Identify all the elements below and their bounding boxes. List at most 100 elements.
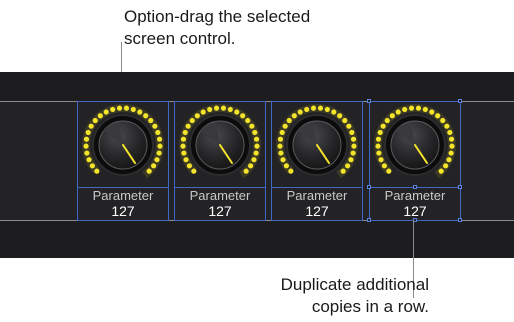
led-dot — [94, 168, 100, 174]
led-dot — [279, 129, 285, 136]
resize-handle-bottom-left[interactable] — [367, 218, 371, 222]
resize-handle-top-right[interactable] — [458, 99, 462, 103]
led-dot — [185, 123, 191, 129]
led-dot — [278, 150, 284, 156]
led-dot — [252, 129, 258, 136]
resize-handle-mid-left[interactable] — [367, 185, 371, 189]
led-dot — [146, 168, 152, 174]
callout-option-drag: Option-drag the selected screen control. — [124, 6, 310, 50]
led-dot — [227, 106, 233, 113]
resize-handle-mid-center[interactable] — [413, 185, 417, 189]
parameter-value: 127 — [305, 203, 329, 219]
resize-handle-bottom-right[interactable] — [458, 218, 462, 222]
led-dot — [154, 157, 160, 163]
led-dot — [324, 106, 330, 113]
led-dot — [346, 123, 352, 129]
led-dot — [92, 117, 98, 124]
led-dot — [85, 129, 91, 136]
screen-control-2[interactable]: Parameter 127 — [174, 101, 266, 221]
led-dot — [186, 163, 192, 169]
led-dot — [84, 150, 90, 156]
led-dot — [291, 113, 297, 119]
led-dot — [447, 129, 453, 136]
led-dot — [386, 168, 392, 174]
led-dot — [402, 106, 408, 113]
led-dot — [446, 157, 452, 163]
led-dot — [151, 163, 157, 169]
led-dot — [310, 105, 317, 111]
screen-control-3[interactable]: Parameter 127 — [271, 101, 363, 221]
led-dot — [342, 117, 348, 124]
led-dot — [254, 143, 260, 149]
led-dot — [83, 136, 90, 142]
led-dot — [155, 129, 161, 136]
led-dot — [443, 163, 449, 169]
led-dot — [103, 109, 109, 115]
led-dot — [86, 157, 92, 163]
resize-handle-mid-right[interactable] — [458, 185, 462, 189]
led-dot — [88, 123, 94, 129]
led-dot — [277, 143, 283, 149]
led-dot — [375, 136, 382, 142]
led-dot — [282, 123, 288, 129]
led-dot — [156, 136, 163, 142]
led-dot — [415, 105, 422, 111]
led-dot — [207, 106, 213, 113]
led-dot — [378, 157, 384, 163]
led-dot — [110, 106, 116, 113]
parameter-value: 127 — [111, 203, 135, 219]
led-dot — [123, 105, 130, 111]
led-dot — [280, 157, 286, 163]
led-dot — [183, 157, 189, 163]
screen-control-1[interactable]: Parameter 127 — [77, 101, 169, 221]
parameter-name: Parameter — [189, 188, 251, 203]
led-dot — [157, 143, 163, 149]
led-dot — [440, 117, 446, 124]
led-dot — [253, 136, 260, 142]
screen-control-4-selected[interactable]: Parameter 127 — [367, 99, 462, 222]
callout-bottom-line-1: Duplicate additional — [280, 275, 429, 294]
led-dot — [435, 113, 441, 119]
parameter-name: Parameter — [92, 188, 154, 203]
led-dot — [304, 106, 310, 113]
led-dot — [448, 136, 455, 142]
led-dot — [438, 168, 444, 174]
callout-top-line-1: Option-drag the selected — [124, 7, 311, 26]
led-dot — [253, 150, 259, 156]
led-dot — [130, 106, 136, 113]
led-dot — [351, 143, 357, 149]
led-dot — [200, 109, 206, 115]
led-dot — [248, 163, 254, 169]
led-dot — [143, 113, 149, 119]
rotary-knob-icon[interactable] — [373, 101, 457, 187]
led-dot — [249, 123, 255, 129]
led-dot — [180, 143, 186, 149]
led-dot — [286, 117, 292, 124]
rotary-knob-icon[interactable] — [275, 101, 359, 187]
led-dot — [148, 117, 154, 124]
led-dot — [191, 168, 197, 174]
led-dot — [213, 105, 220, 111]
led-dot — [116, 105, 123, 111]
led-dot — [422, 106, 428, 113]
led-dot — [220, 105, 227, 111]
led-dot — [444, 123, 450, 129]
resize-handle-top-left[interactable] — [367, 99, 371, 103]
led-dot — [348, 157, 354, 163]
rotary-knob-icon[interactable] — [81, 101, 165, 187]
led-dot — [297, 109, 303, 115]
led-dot — [376, 150, 382, 156]
parameter-name: Parameter — [384, 188, 446, 203]
callout-top-line-2: screen control. — [124, 29, 236, 48]
parameter-name: Parameter — [286, 188, 348, 203]
parameter-value: 127 — [403, 203, 427, 219]
led-dot — [240, 113, 246, 119]
led-dot — [152, 123, 158, 129]
led-dot — [350, 150, 356, 156]
led-dot — [331, 109, 337, 115]
led-dot — [156, 150, 162, 156]
led-dot — [89, 163, 95, 169]
led-dot — [245, 117, 251, 124]
led-dot — [182, 129, 188, 136]
rotary-knob-icon[interactable] — [178, 101, 262, 187]
